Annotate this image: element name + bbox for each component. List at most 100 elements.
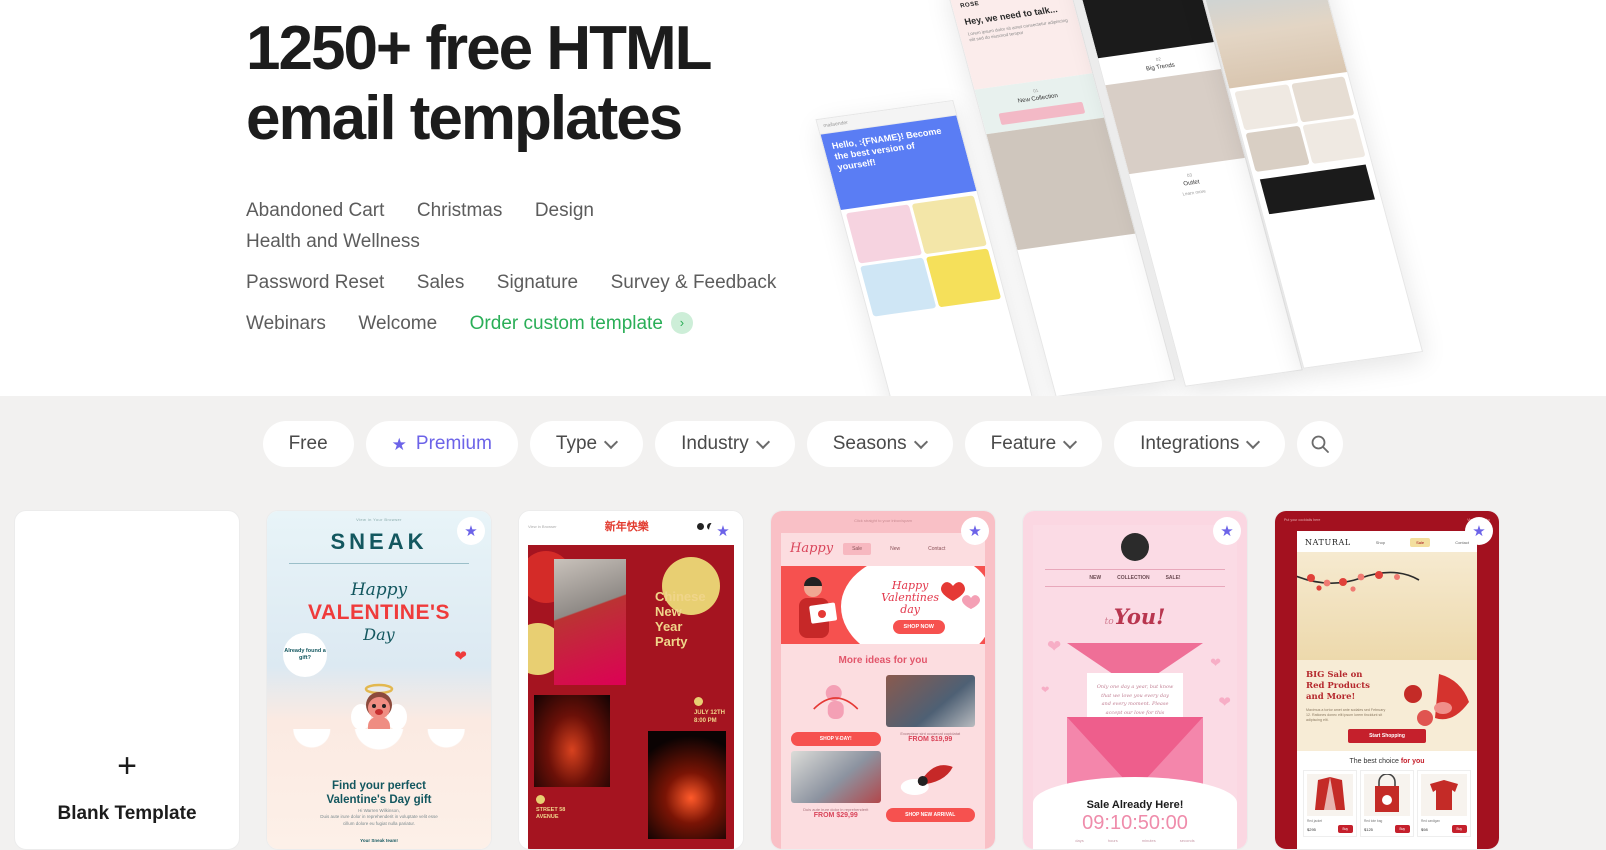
- category-link-christmas[interactable]: Christmas: [417, 196, 503, 226]
- hv-banner-line3: day: [900, 603, 921, 616]
- mockup-4-grid: [1229, 72, 1370, 176]
- mockup-cell: [1290, 76, 1355, 123]
- mockup-2-image: [986, 117, 1136, 251]
- category-link-abandoned-cart[interactable]: Abandoned Cart: [246, 196, 384, 226]
- template-card-chinese-party[interactable]: ★ View in Browser 新年快樂 Chinese New Year …: [518, 510, 744, 850]
- cny-title: Chinese New Year Party: [655, 589, 725, 649]
- star-icon: ★: [1472, 522, 1486, 540]
- star-icon: ★: [1220, 522, 1234, 540]
- sneak-bubble: Already found a gift?: [283, 633, 327, 677]
- category-links: Abandoned Cart Christmas Design Health a…: [246, 196, 806, 340]
- cn-product-1-price: $295: [1307, 826, 1316, 832]
- category-link-survey-feedback[interactable]: Survey & Feedback: [611, 268, 777, 298]
- heart-balloons-illustration: [941, 582, 980, 609]
- category-link-password-reset[interactable]: Password Reset: [246, 268, 384, 298]
- cupid-icon: [813, 685, 859, 719]
- sneak-greeting: Hi Warren Wilkinson,: [358, 807, 400, 813]
- cn-best-title-main: The best choice: [1349, 758, 1399, 765]
- sneak-body: Hi Warren Wilkinson, Duis aute irure dol…: [267, 808, 491, 828]
- page-title: 1250+ free HTML email templates: [246, 0, 866, 154]
- template-card-blank[interactable]: + Blank Template: [14, 510, 240, 850]
- cny-greeting: 新年快樂: [604, 521, 649, 533]
- cny-title-line2: New: [655, 604, 682, 619]
- hero-section: 1250+ free HTML email templates Abandone…: [0, 0, 1606, 396]
- filter-chip-industry[interactable]: Industry: [655, 421, 795, 467]
- cn-nav-shop: Shop: [1375, 540, 1386, 545]
- cn-preheader-left: Put your cocktails here: [1284, 518, 1321, 522]
- category-link-health-and-wellness[interactable]: Health and Wellness: [246, 227, 420, 257]
- hv-nav-new: New: [890, 545, 901, 552]
- star-icon: ★: [464, 522, 478, 540]
- cn-sale-line3: and More!: [1306, 692, 1356, 702]
- search-button[interactable]: [1297, 421, 1344, 467]
- cn-product-1: Red jacket $295 Buy: [1303, 770, 1357, 837]
- category-link-design[interactable]: Design: [535, 196, 594, 226]
- filter-chip-free-label: Free: [288, 433, 328, 454]
- ty-nav: NEW COLLECTION SALE!: [1045, 569, 1225, 587]
- cn-sale-body: Maximus a tortor amet ante sodales sed F…: [1306, 708, 1386, 722]
- category-link-signature[interactable]: Signature: [497, 268, 578, 298]
- mockup-cell: [1245, 125, 1310, 172]
- premium-badge[interactable]: ★: [961, 517, 989, 545]
- cn-product-3: Red cardigan $98 Buy: [1417, 770, 1471, 837]
- filter-chip-seasons[interactable]: Seasons: [806, 421, 953, 467]
- filter-chip-free[interactable]: Free: [262, 421, 354, 467]
- hv-price-left2: FROM $29,99: [813, 812, 858, 819]
- star-icon: ★: [391, 434, 407, 454]
- sneak-happy: Happy: [350, 580, 408, 600]
- hv-product-2-image: [885, 675, 975, 727]
- cn-hero-big: CHINESE: [1297, 612, 1477, 632]
- mockup-1-grid: [841, 191, 1006, 321]
- template-grid: + Blank Template ★ View in Your Browser …: [0, 510, 1606, 850]
- tote-bag-icon: [1375, 773, 1399, 812]
- ty-nav-sale: SALE!: [1165, 575, 1181, 581]
- search-icon: [1312, 435, 1330, 453]
- cny-address-line2: AVENUE: [536, 814, 559, 820]
- filter-chip-premium[interactable]: ★ Premium: [365, 421, 518, 467]
- sneak-cta-line1: Find your perfect: [332, 780, 426, 792]
- cn-sale-line2: Red Products: [1306, 681, 1370, 691]
- hv-product-2: Excepteur sint occaecat cupidatat FROM $…: [885, 675, 975, 746]
- hv-nav-sale: Sale: [843, 542, 872, 555]
- cn-product-1-image: [1307, 774, 1353, 816]
- cny-preheader: View in Browser: [528, 523, 557, 529]
- sneak-cta-title: Find your perfect Valentine's Day gift: [267, 779, 491, 807]
- template-card-chinese-natural[interactable]: ★ Put your cocktails here View in Gecko …: [1274, 510, 1500, 850]
- filter-chip-type[interactable]: Type: [529, 421, 644, 467]
- template-card-happy-valentines[interactable]: ★ Click straight to your inbox/spam Happ…: [770, 510, 996, 850]
- premium-badge[interactable]: ★: [457, 517, 485, 545]
- cn-preheader: Put your cocktails here View in Gecko: [1275, 511, 1499, 526]
- premium-badge[interactable]: ★: [709, 517, 737, 545]
- order-custom-template-link[interactable]: Order custom template: [470, 309, 663, 339]
- category-row-3: Webinars Welcome Order custom template ›: [246, 309, 806, 340]
- filter-chip-integrations[interactable]: Integrations: [1114, 421, 1286, 467]
- chevron-right-icon[interactable]: ›: [670, 312, 693, 334]
- template-card-valentines-sneak[interactable]: ★ View in Your Browser SNEAK Happy VALEN…: [266, 510, 492, 850]
- cn-product-2-row: $125 Buy: [1364, 825, 1410, 833]
- cn-product-3-image: [1421, 774, 1467, 816]
- hero-content: 1250+ free HTML email templates Abandone…: [246, 0, 866, 350]
- cny-address-line1: STREET 58: [536, 807, 566, 813]
- cn-product-3-price: $98: [1421, 826, 1428, 832]
- template-card-to-you[interactable]: ★ NEW COLLECTION SALE! toYou! ❤ ❤ ❤ ❤ On…: [1022, 510, 1248, 850]
- cn-product-1-row: $295 Buy: [1307, 825, 1353, 833]
- cn-products: Red jacket $295 Buy Red tote bag $125 Bu…: [1297, 770, 1477, 837]
- premium-badge[interactable]: ★: [1213, 517, 1241, 545]
- category-link-webinars[interactable]: Webinars: [246, 309, 326, 339]
- ty-title-small: to: [1104, 617, 1114, 627]
- bird-illustration: [885, 751, 975, 803]
- category-link-welcome[interactable]: Welcome: [358, 309, 437, 339]
- premium-badge[interactable]: ★: [1465, 517, 1493, 545]
- sneak-body-line1: Duis aute irure dolor in reprehenderit i…: [320, 814, 438, 819]
- hv-banner: Happy Valentines day SHOP NOW: [781, 566, 985, 644]
- hv-products: SHOP V-DAY! Excepteur sint occaecat cupi…: [781, 666, 985, 822]
- ty-nav-new: NEW: [1089, 575, 1102, 581]
- cny-date: JULY 12TH: [693, 710, 725, 716]
- chevron-down-icon: [916, 437, 927, 448]
- facebook-icon: [696, 522, 704, 530]
- category-link-sales[interactable]: Sales: [417, 268, 465, 298]
- cny-blossom-photo: [554, 559, 626, 685]
- hv-nav-contact: Contact: [928, 545, 946, 552]
- mockup-cell: [911, 195, 987, 255]
- filter-chip-feature[interactable]: Feature: [964, 421, 1103, 467]
